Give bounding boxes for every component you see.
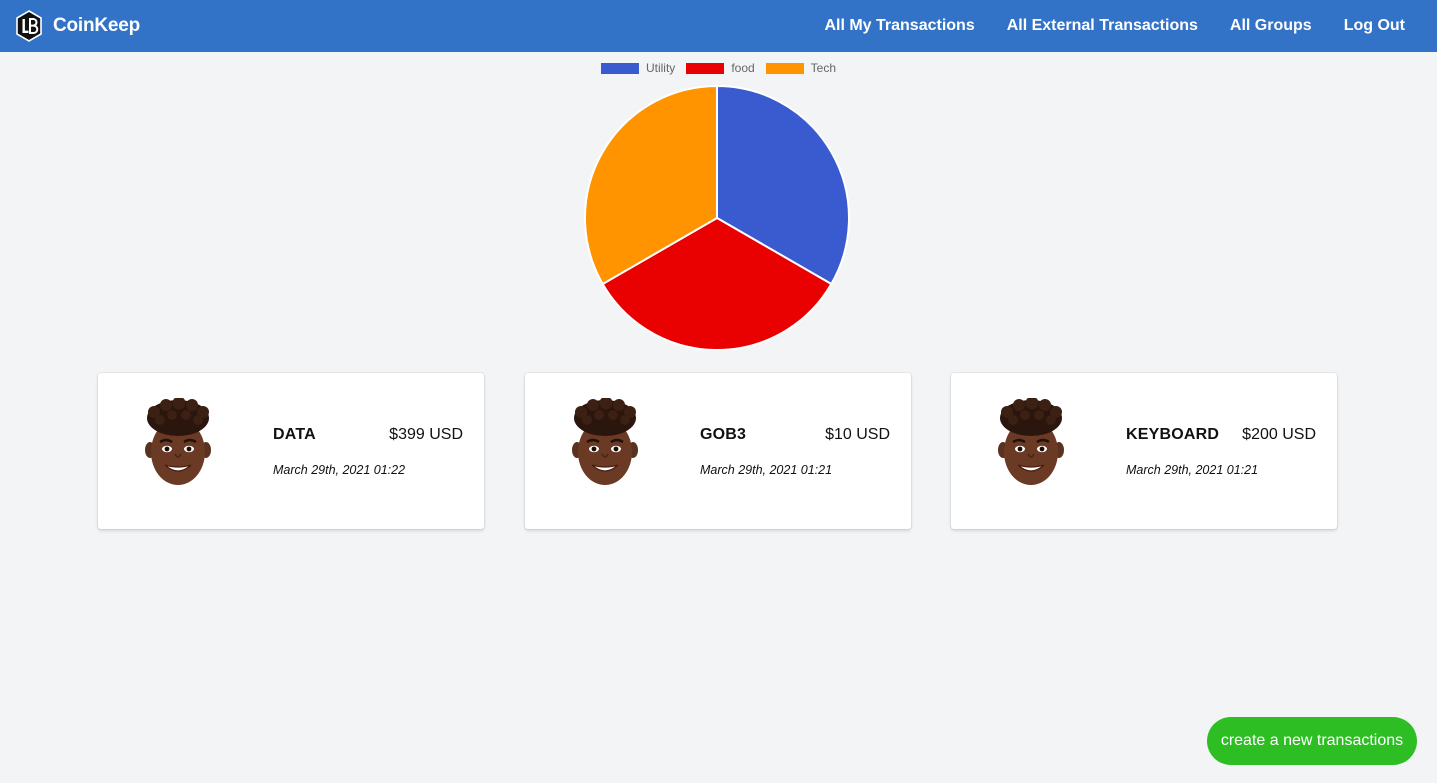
transaction-date: March 29th, 2021 01:21 <box>700 463 833 477</box>
legend-swatch-food <box>686 62 725 74</box>
transaction-card-gob3[interactable]: GOB3 $10 USD March 29th, 2021 01:21 <box>525 373 911 529</box>
nav-all-groups[interactable]: All Groups <box>1230 17 1312 35</box>
transaction-title: GOB3 <box>700 426 747 443</box>
transaction-date: March 29th, 2021 01:22 <box>273 463 406 477</box>
chart-legend: Utility food Tech <box>0 61 1437 75</box>
avatar-memoji-icon <box>996 398 1066 487</box>
transaction-amount: $10 USD <box>825 426 890 443</box>
transaction-amount: $200 USD <box>1242 426 1316 443</box>
nav-all-my-transactions[interactable]: All My Transactions <box>824 17 974 35</box>
pie-chart <box>584 85 850 351</box>
category-pie-chart: Utility food Tech <box>0 52 1437 362</box>
legend-item-tech[interactable]: Tech <box>765 61 837 75</box>
nav-all-external-transactions[interactable]: All External Transactions <box>1007 17 1198 35</box>
legend-item-utility[interactable]: Utility <box>600 61 676 75</box>
legend-label-food: food <box>731 61 755 75</box>
avatar-memoji-icon <box>143 398 213 487</box>
legend-label-utility: Utility <box>645 61 676 75</box>
avatar-memoji-icon <box>570 398 640 487</box>
transaction-date: March 29th, 2021 01:21 <box>1126 463 1259 477</box>
legend-label-tech: Tech <box>810 61 837 75</box>
coinkeep-logo-icon <box>16 10 42 42</box>
brand-name: CoinKeep <box>53 15 141 36</box>
top-navbar: CoinKeep All My Transactions All Externa… <box>0 0 1437 52</box>
brand-link[interactable]: CoinKeep <box>16 10 140 42</box>
legend-swatch-utility <box>600 62 639 74</box>
create-transaction-button[interactable]: create a new transactions <box>1207 717 1417 765</box>
transaction-amount: $399 USD <box>389 426 463 443</box>
legend-swatch-tech <box>765 62 804 74</box>
transaction-title: DATA <box>273 426 316 443</box>
nav-links: All My Transactions All External Transac… <box>824 17 1405 35</box>
transaction-card-data[interactable]: DATA $399 USD March 29th, 2021 01:22 <box>98 373 484 529</box>
transaction-cards: DATA $399 USD March 29th, 2021 01:22 GOB… <box>98 373 1337 529</box>
legend-item-food[interactable]: food <box>686 61 755 75</box>
transaction-title: KEYBOARD <box>1126 426 1220 443</box>
nav-log-out[interactable]: Log Out <box>1344 17 1405 35</box>
transaction-card-keyboard[interactable]: KEYBOARD $200 USD March 29th, 2021 01:21 <box>951 373 1337 529</box>
